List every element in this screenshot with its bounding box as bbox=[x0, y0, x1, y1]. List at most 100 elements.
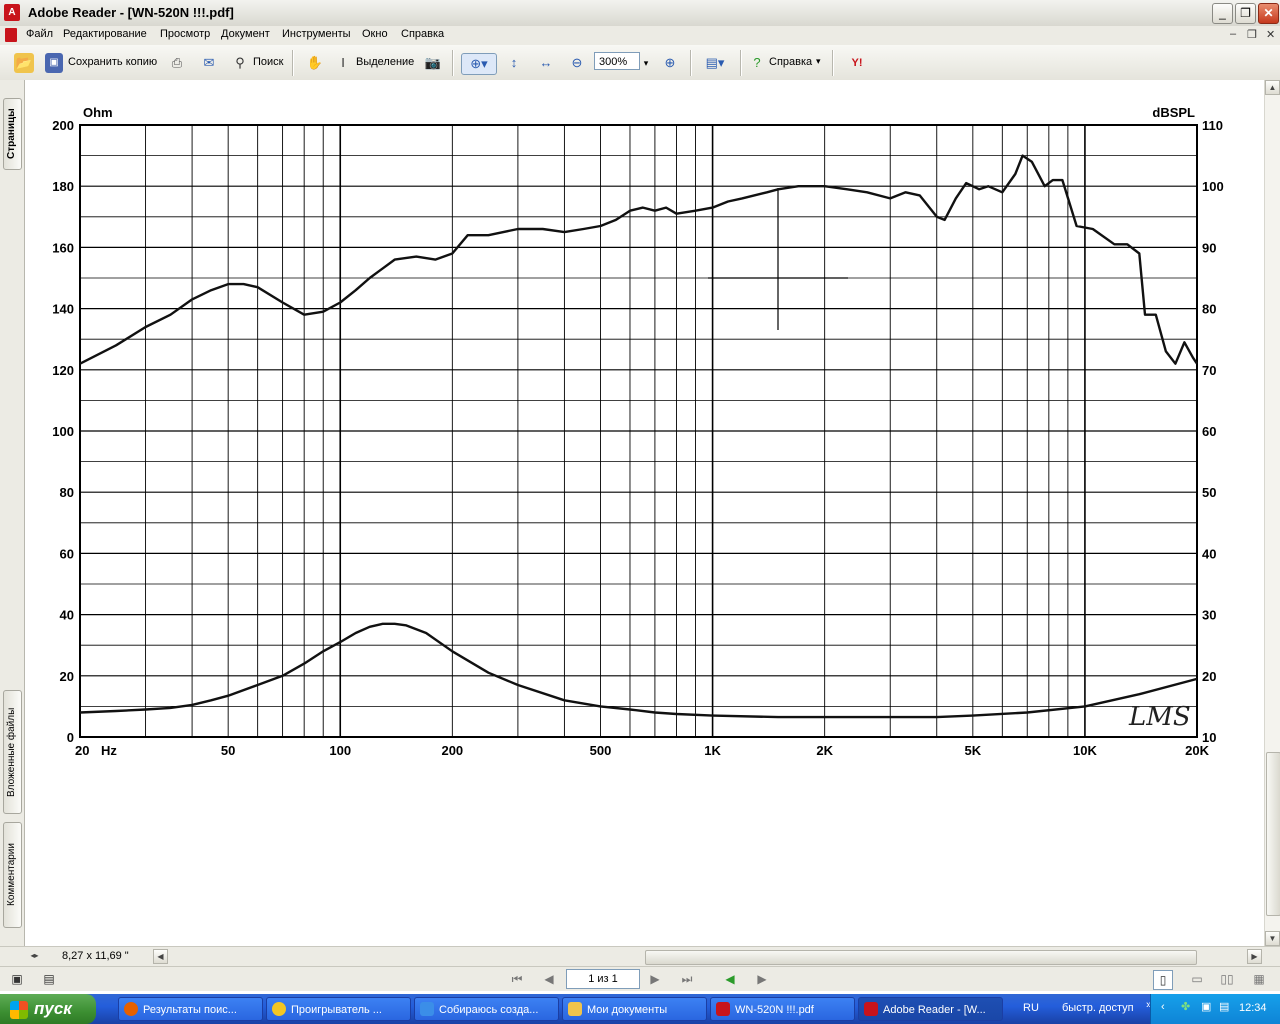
horizontal-scroll-thumb[interactable] bbox=[645, 950, 1197, 965]
y-left-tick-label: 200 bbox=[52, 118, 74, 133]
split-handle-icon[interactable]: ◂▸ bbox=[27, 949, 42, 964]
tray-app-icon[interactable]: ✤ bbox=[1181, 1000, 1190, 1013]
next-page-icon[interactable]: ▶ bbox=[646, 970, 664, 988]
frequency-response-chart: 020406080100120140160180200 102030405060… bbox=[52, 105, 1224, 758]
title-bar: A Adobe Reader - [WN-520N !!!.pdf] _ ❐ ✕ bbox=[0, 0, 1280, 27]
ie-icon bbox=[420, 1002, 434, 1016]
start-button[interactable]: пуск bbox=[0, 994, 96, 1024]
select-tool-icon[interactable]: I bbox=[333, 53, 353, 73]
zoom-in-tool-icon[interactable]: ⊕▾ bbox=[461, 53, 497, 75]
doc-close-button[interactable]: ✕ bbox=[1266, 28, 1275, 41]
menu-edit[interactable]: Редактирование bbox=[63, 28, 147, 40]
language-indicator[interactable]: RU bbox=[1023, 1002, 1039, 1014]
tray-volume-icon[interactable]: ▤ bbox=[1219, 1000, 1229, 1013]
tab-pages[interactable]: Страницы bbox=[3, 98, 22, 170]
quick-access-toolbar[interactable]: быстр. доступ bbox=[1062, 1002, 1134, 1014]
status-icon[interactable]: ▤ bbox=[40, 970, 58, 988]
zoom-out-icon[interactable]: ⊖ bbox=[567, 53, 587, 73]
single-page-icon[interactable]: ▯ bbox=[1153, 970, 1173, 990]
toolbar: 📂 ▣ Сохранить копию ⎙ ✉ ⚲ Поиск ✋ I Выде… bbox=[0, 45, 1280, 81]
task-ie[interactable]: Собираюсь созда... bbox=[414, 997, 559, 1021]
minimize-button[interactable]: _ bbox=[1212, 3, 1233, 24]
menu-file[interactable]: Файл bbox=[26, 28, 53, 40]
pdf-icon bbox=[716, 1002, 730, 1016]
x-tick-label: 5K bbox=[965, 743, 982, 758]
continuous-facing-icon[interactable]: ▦ bbox=[1250, 970, 1268, 988]
task-my-documents[interactable]: Мои документы bbox=[562, 997, 707, 1021]
facing-icon[interactable]: ▯▯ bbox=[1218, 970, 1236, 988]
close-button[interactable]: ✕ bbox=[1258, 3, 1279, 24]
x-tick-label: 50 bbox=[221, 743, 235, 758]
y-left-tick-label: 20 bbox=[60, 669, 74, 684]
menu-view[interactable]: Просмотр bbox=[160, 28, 210, 40]
help-dropdown-icon[interactable]: ▾ bbox=[816, 56, 821, 67]
page-number-input[interactable]: 1 из 1 bbox=[566, 969, 640, 989]
panel-toggle-icon[interactable]: ▣ bbox=[8, 970, 26, 988]
doc-minimize-button[interactable]: – bbox=[1230, 28, 1236, 40]
menu-help[interactable]: Справка bbox=[401, 28, 444, 40]
task-adobe-reader[interactable]: Adobe Reader - [W... bbox=[858, 997, 1003, 1021]
taskbar: пуск Результаты поис... Проигрыватель ..… bbox=[0, 994, 1280, 1024]
tray-network-icon[interactable]: ▣ bbox=[1201, 1000, 1211, 1013]
left-axis-label: Ohm bbox=[83, 105, 113, 120]
open-folder-icon[interactable]: 📂 bbox=[14, 53, 34, 73]
page-layout-icon[interactable]: ▤▾ bbox=[700, 53, 730, 73]
tab-attachments[interactable]: Вложенные файлы bbox=[3, 690, 22, 814]
save-icon[interactable]: ▣ bbox=[45, 53, 63, 73]
restore-button[interactable]: ❐ bbox=[1235, 3, 1256, 24]
zoom-input[interactable]: 300% bbox=[594, 52, 640, 70]
snapshot-icon[interactable]: 📷 bbox=[423, 53, 443, 73]
vertical-scrollbar[interactable]: ▲ ▼ bbox=[1264, 80, 1280, 946]
yahoo-search-icon[interactable]: Y! bbox=[840, 53, 874, 73]
task-player[interactable]: Проигрыватель ... bbox=[266, 997, 411, 1021]
window-title: Adobe Reader - [WN-520N !!!.pdf] bbox=[28, 5, 234, 20]
scroll-down-icon[interactable]: ▼ bbox=[1265, 931, 1280, 946]
scroll-left-icon[interactable]: ◀ bbox=[153, 949, 168, 964]
help-icon[interactable]: ? bbox=[747, 53, 767, 73]
doc-restore-button[interactable]: ❐ bbox=[1247, 28, 1257, 41]
zoom-in-icon[interactable]: ⊕ bbox=[660, 53, 680, 73]
tab-comments[interactable]: Комментарии bbox=[3, 822, 22, 928]
menu-tools[interactable]: Инструменты bbox=[282, 28, 351, 40]
binoculars-icon[interactable]: ⚲ bbox=[230, 53, 250, 73]
last-page-icon[interactable]: ⏭ bbox=[678, 970, 696, 988]
scroll-right-icon[interactable]: ▶ bbox=[1247, 949, 1262, 964]
print-icon[interactable]: ⎙ bbox=[167, 53, 187, 73]
right-axis-label: dBSPL bbox=[1152, 105, 1195, 120]
help-button[interactable]: Справка bbox=[769, 56, 812, 68]
go-forward-icon[interactable]: ▶ bbox=[753, 970, 771, 988]
y-right-tick-label: 100 bbox=[1202, 179, 1224, 194]
save-copy-button[interactable]: Сохранить копию bbox=[68, 56, 157, 68]
menu-document[interactable]: Документ bbox=[221, 28, 270, 40]
y-left-tick-label: 40 bbox=[60, 608, 74, 623]
x-tick-label: 20 bbox=[75, 743, 89, 758]
hand-tool-icon[interactable]: ✋ bbox=[305, 53, 325, 73]
task-firefox[interactable]: Результаты поис... bbox=[118, 997, 263, 1021]
email-icon[interactable]: ✉ bbox=[199, 53, 219, 73]
clock: 12:34 bbox=[1239, 1002, 1267, 1014]
page-size-readout: 8,27 x 11,69 " bbox=[62, 950, 129, 962]
previous-page-icon[interactable]: ◀ bbox=[540, 970, 558, 988]
side-panel-tabs: Страницы Вложенные файлы Комментарии bbox=[0, 80, 25, 946]
document-view: 0 20 40 60 80 100 120 140 160 180 200 10 20 30 40 50 60… bbox=[25, 80, 1264, 946]
first-page-icon[interactable]: ⏮ bbox=[508, 970, 526, 988]
menu-window[interactable]: Окно bbox=[362, 28, 388, 40]
fit-page-icon[interactable]: ↕ bbox=[504, 53, 524, 73]
search-button[interactable]: Поиск bbox=[253, 56, 283, 68]
select-tool-button[interactable]: Выделение bbox=[356, 56, 414, 68]
firefox-icon bbox=[124, 1002, 138, 1016]
fit-width-icon[interactable]: ↔ bbox=[536, 53, 556, 73]
scroll-up-icon[interactable]: ▲ bbox=[1265, 80, 1280, 95]
task-pdf-file[interactable]: WN-520N !!!.pdf bbox=[710, 997, 855, 1021]
x-tick-label: 20K bbox=[1185, 743, 1209, 758]
tray-arrow-icon[interactable]: ‹ bbox=[1161, 1001, 1165, 1013]
go-back-icon[interactable]: ◀ bbox=[721, 970, 739, 988]
x-axis-unit: Hz bbox=[101, 743, 117, 758]
y-right-tick-label: 50 bbox=[1202, 485, 1216, 500]
vertical-scroll-thumb[interactable] bbox=[1266, 752, 1280, 916]
y-right-tick-label: 60 bbox=[1202, 424, 1216, 439]
continuous-icon[interactable]: ▭ bbox=[1188, 970, 1206, 988]
navigation-bar: ▣ ▤ ⏮ ◀ 1 из 1 ▶ ⏭ ◀ ▶ ▯ ▭ ▯▯ ▦ bbox=[0, 966, 1280, 991]
y-right-tick-label: 80 bbox=[1202, 302, 1216, 317]
zoom-dropdown-icon[interactable]: ▾ bbox=[639, 53, 653, 73]
